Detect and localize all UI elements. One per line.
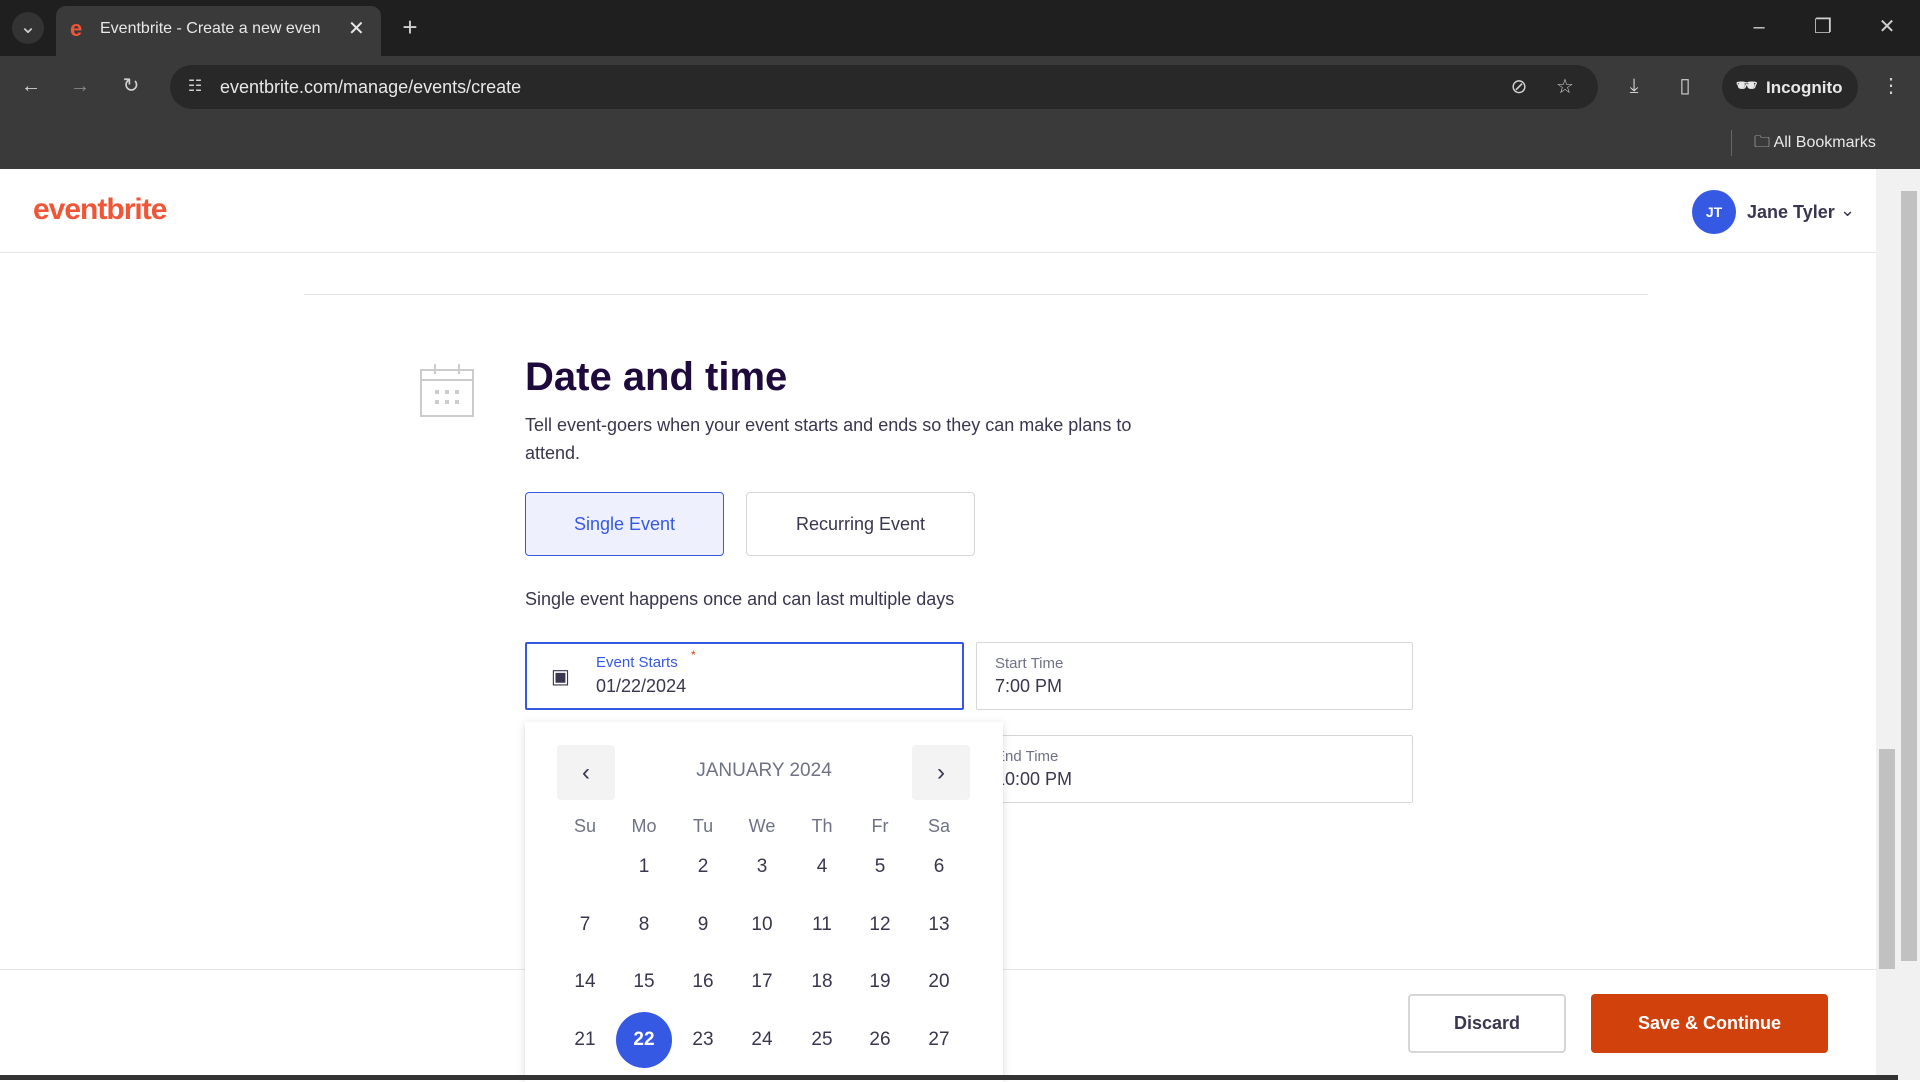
calendar-day[interactable]: 1 [616,839,672,895]
calendar-day[interactable]: 10 [734,897,790,953]
weekday-label: Fr [871,816,889,836]
calendar-day[interactable]: 18 [794,954,850,1010]
menu-kebab-icon[interactable]: ⋮ [1876,71,1906,101]
avatar: JT [1692,190,1736,234]
calendar-day[interactable]: 27 [911,1012,967,1068]
page-scrollbar-thumb[interactable] [1901,191,1917,961]
calendar-day[interactable]: 4 [794,839,850,895]
calendar-day[interactable]: 8 [616,897,672,953]
new-tab-icon[interactable]: + [394,12,426,44]
end-time-value: 10:00 PM [995,769,1073,789]
reload-icon[interactable]: ↻ [116,71,146,101]
weekday-label: Tu [692,816,714,836]
bookmark-star-icon[interactable]: ☆ [1550,72,1580,102]
weekday-label: Sa [927,816,951,836]
page: eventbrite JT Jane Tyler ⌄ Date and time… [0,169,1920,1082]
section-description: Tell event-goers when your event starts … [525,415,1132,463]
date-picker-popup: ‹ JANUARY 2024 › Su Mo Tu We Th Fr Sa 1 2 3 4 5 6 7 8 9… [525,722,1003,1082]
calendar-day[interactable]: 9 [675,897,731,953]
weekday-label: We [748,816,776,836]
user-menu[interactable]: JT Jane Tyler ⌄ [1692,190,1862,234]
inner-scrollbar[interactable] [1876,169,1898,1080]
end-time-field[interactable]: End Time 10:00 PM [976,735,1413,803]
calendar-day[interactable]: 6 [911,839,967,895]
event-starts-field[interactable]: ▣ Event Starts * 01/22/2024 [525,642,964,710]
address-bar[interactable]: ☷ eventbrite.com/manage/events/create ⊘ … [170,65,1598,109]
tab-title: Eventbrite - Create a new even [100,20,321,37]
calendar-day[interactable]: 2 [675,839,731,895]
browser-tab[interactable]: e Eventbrite - Create a new even ✕ [56,6,381,56]
calendar-day[interactable]: 25 [794,1012,850,1068]
browser-toolbar: ← → ↻ ☷ eventbrite.com/manage/events/cre… [0,56,1920,169]
site-header: eventbrite JT Jane Tyler ⌄ [0,169,1898,253]
forward-icon[interactable]: → [65,71,95,101]
browser-tab-strip: ⌄ e Eventbrite - Create a new even ✕ + –… [0,0,1920,56]
page-scrollbar[interactable] [1898,169,1920,1080]
tracking-eye-off-icon[interactable]: ⊘ [1504,72,1534,102]
calendar-section-icon [419,362,475,418]
calendar-day[interactable]: 11 [794,897,850,953]
start-time-label: Start Time [995,655,1064,672]
chevron-down-icon: ⌄ [1840,200,1856,220]
weekday-label: Su [573,816,597,836]
recurring-event-button[interactable]: Recurring Event [746,492,975,556]
minimize-icon[interactable]: – [1744,12,1774,42]
calendar-day[interactable]: 19 [852,954,908,1010]
calendar-day[interactable]: 26 [852,1012,908,1068]
site-info-icon[interactable]: ☷ [180,72,210,102]
incognito-icon: 🕶 [1736,76,1758,95]
incognito-badge[interactable]: 🕶 Incognito [1722,65,1858,109]
discard-button[interactable]: Discard [1408,994,1566,1053]
start-time-field[interactable]: Start Time 7:00 PM [976,642,1413,710]
weekday-label: Mo [631,816,657,836]
tab-search-chevron-icon[interactable]: ⌄ [12,12,44,44]
calendar-day[interactable]: 15 [616,954,672,1010]
calendar-icon: ▣ [551,666,570,688]
next-month-button[interactable]: › [912,745,970,800]
calendar-day[interactable]: 24 [734,1012,790,1068]
single-event-button[interactable]: Single Event [525,492,724,556]
folder-icon: 🗀 [1754,134,1771,151]
divider [304,294,1648,295]
calendar-day[interactable]: 23 [675,1012,731,1068]
calendar-day[interactable]: 7 [557,897,613,953]
eventbrite-logo[interactable]: eventbrite [33,193,167,227]
user-name: Jane Tyler [1747,202,1835,222]
calendar-day[interactable]: 5 [852,839,908,895]
single-event-note: Single event happens once and can last m… [525,589,955,609]
download-icon[interactable]: ⤓ [1619,71,1649,101]
event-starts-label: Event Starts [596,654,678,671]
close-window-icon[interactable]: ✕ [1872,12,1902,42]
calendar-day[interactable]: 3 [734,839,790,895]
calendar-day[interactable]: 21 [557,1012,613,1068]
tab-close-icon[interactable]: ✕ [348,16,365,41]
section-title: Date and time [525,355,788,399]
event-starts-value[interactable]: 01/22/2024 [596,676,686,697]
end-time-label: End Time [995,748,1059,765]
incognito-label: Incognito [1766,78,1843,97]
calendar-day[interactable]: 13 [911,897,967,953]
start-time-value: 7:00 PM [995,676,1063,696]
required-mark: * [691,648,696,662]
side-panel-icon[interactable]: ▯ [1670,71,1700,101]
calendar-day-selected[interactable]: 22 [616,1012,672,1068]
scrollbar-thumb[interactable] [1879,749,1895,969]
divider [1731,130,1732,156]
calendar-day[interactable]: 14 [557,954,613,1010]
calendar-day[interactable]: 16 [675,954,731,1010]
all-bookmarks-button[interactable]: 🗀 All Bookmarks [1754,131,1876,158]
restore-icon[interactable]: ❐ [1808,12,1838,42]
weekday-label: Th [811,816,833,836]
calendar-day[interactable]: 12 [852,897,908,953]
save-continue-button[interactable]: Save & Continue [1591,994,1828,1053]
back-icon[interactable]: ← [16,71,46,101]
calendar-day[interactable]: 20 [911,954,967,1010]
eventbrite-favicon-icon: e [70,16,83,41]
calendar-day[interactable]: 17 [734,954,790,1010]
url-text[interactable]: eventbrite.com/manage/events/create [220,77,521,98]
bottom-bar [0,1075,1898,1080]
